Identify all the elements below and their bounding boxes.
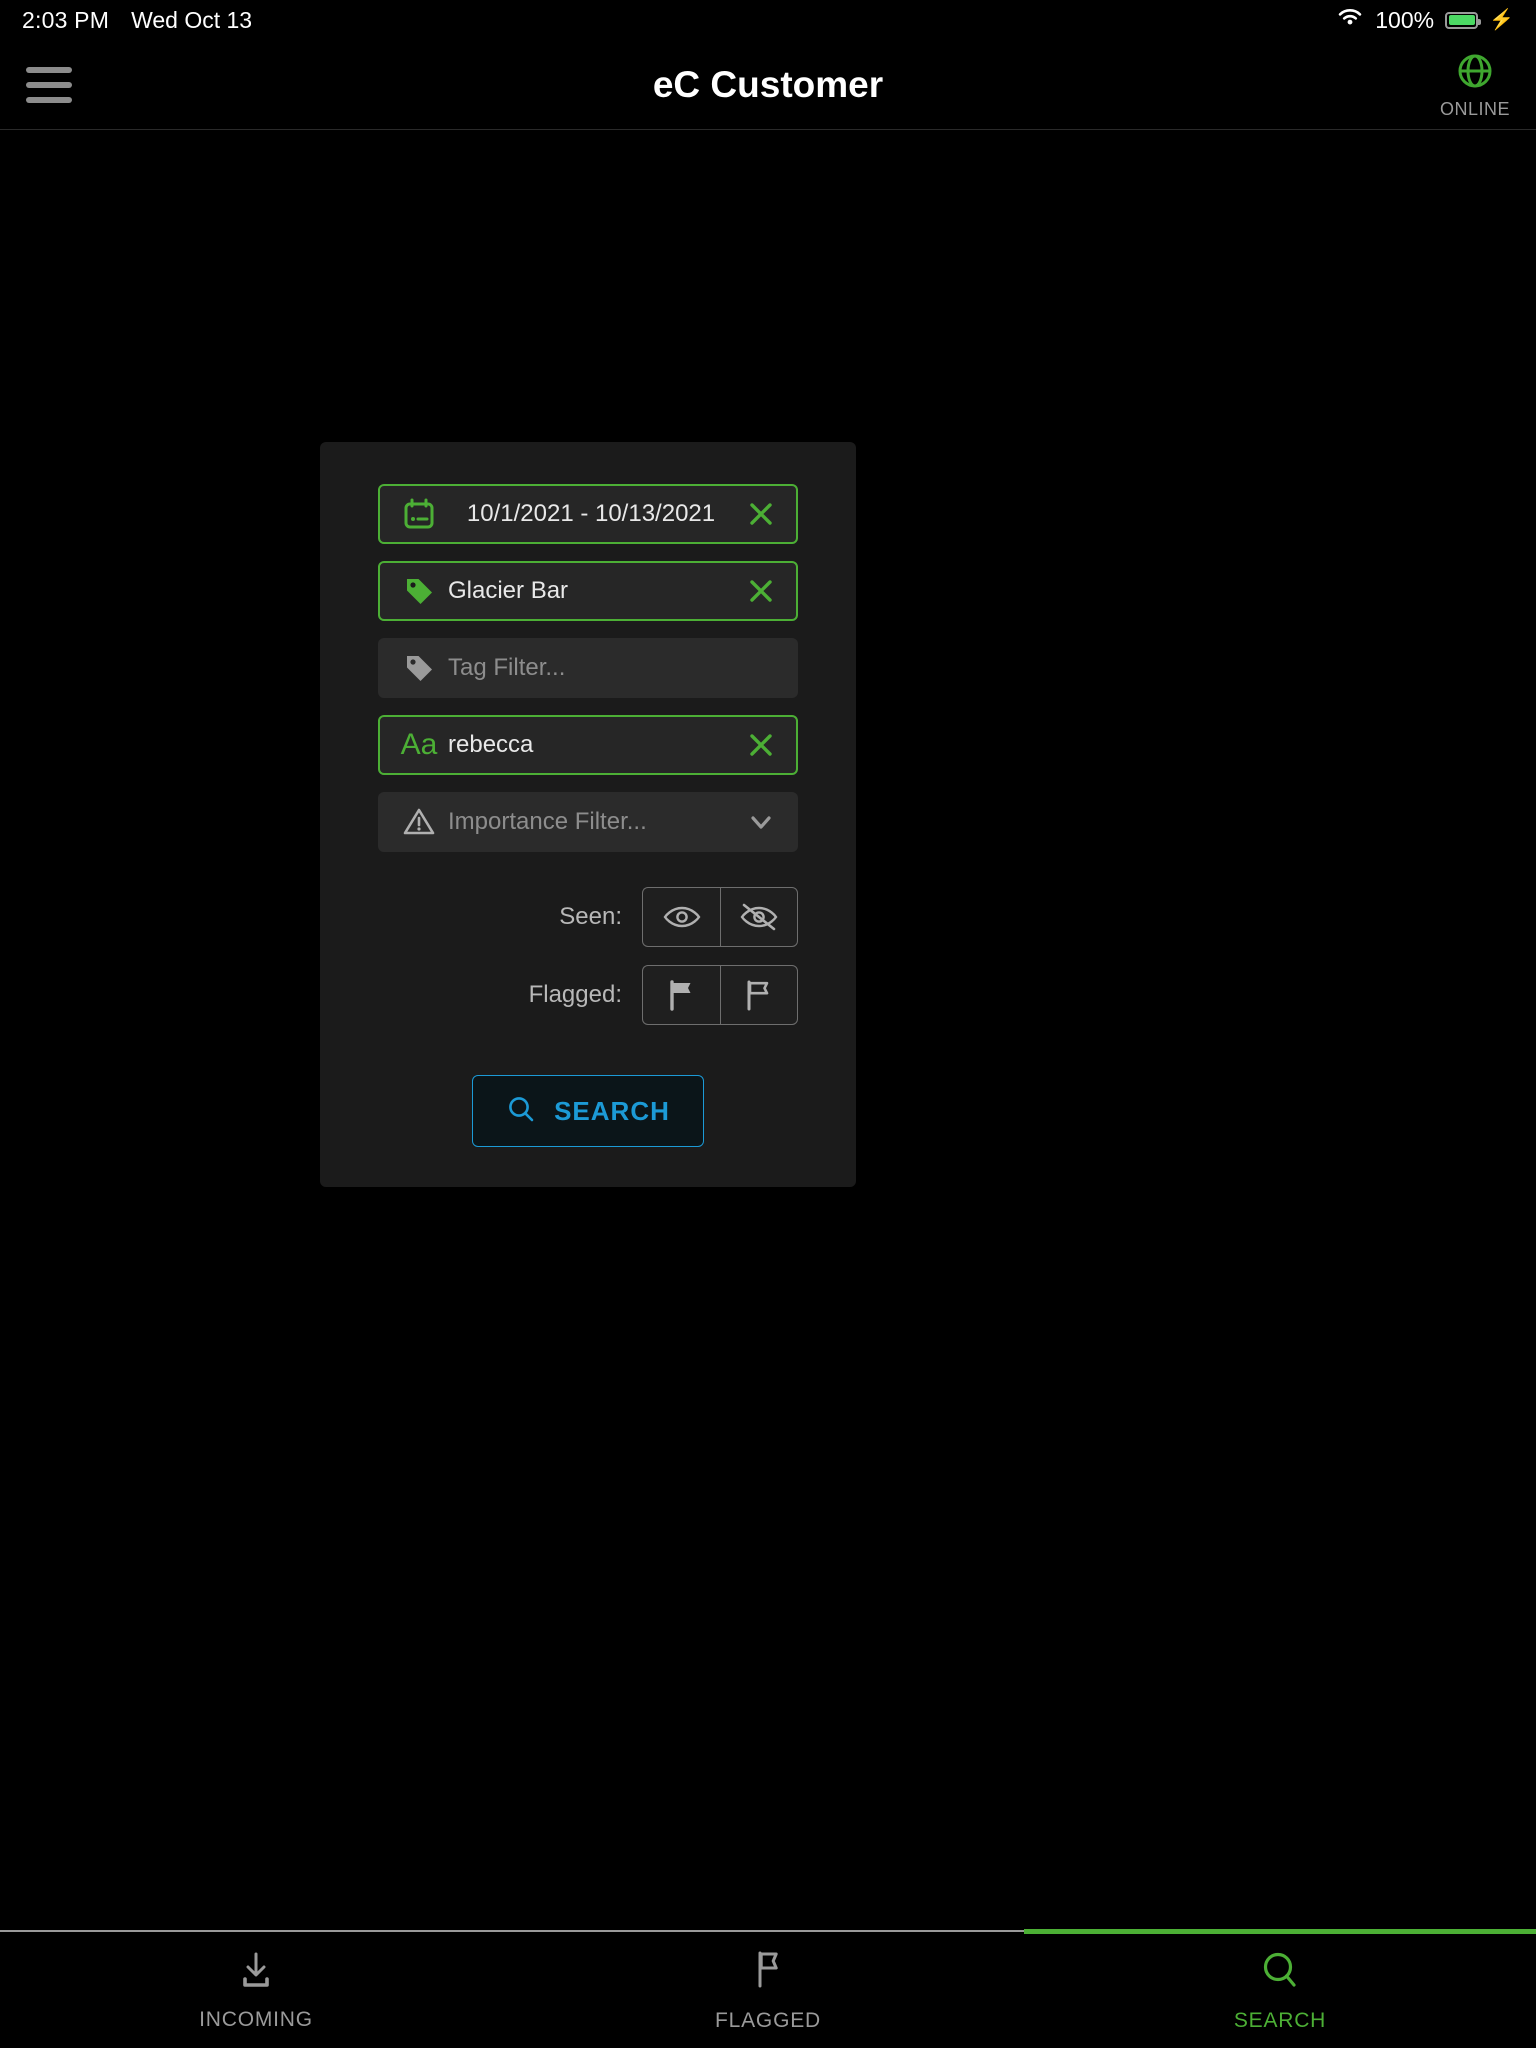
seen-filter-row: Seen: (378, 887, 798, 947)
connectivity-status[interactable]: ONLINE (1440, 50, 1510, 120)
nav-tab-flagged-label: FLAGGED (715, 2008, 821, 2032)
seen-label: Seen: (559, 903, 622, 930)
tag-icon (396, 574, 442, 608)
status-bar: 2:03 PM Wed Oct 13 100% ⚡ (0, 0, 1536, 40)
date-range-value: 10/1/2021 - 10/13/2021 (466, 500, 716, 527)
main-content: 10/1/2021 - 10/13/2021 Glacier Bar Tag F… (0, 130, 1536, 1930)
nav-tab-incoming[interactable]: INCOMING (0, 1932, 512, 2048)
app-bar: eC Customer ONLINE (0, 40, 1536, 130)
calendar-icon (396, 497, 442, 531)
text-search-filter[interactable]: Aa rebecca (378, 715, 798, 775)
text-search-value: rebecca (448, 731, 534, 758)
text-format-icon: Aa (396, 730, 442, 760)
active-tab-indicator (1023, 1929, 1536, 1934)
date-range-filter[interactable]: 10/1/2021 - 10/13/2021 (378, 484, 798, 544)
flag-outline-icon (748, 1948, 788, 1997)
importance-filter-select[interactable]: Importance Filter... (378, 792, 798, 852)
connectivity-label: ONLINE (1439, 98, 1510, 119)
flag-outline-icon[interactable] (720, 965, 798, 1025)
search-icon (1259, 1948, 1301, 1997)
search-filter-panel: 10/1/2021 - 10/13/2021 Glacier Bar Tag F… (320, 442, 856, 1187)
importance-filter-placeholder: Importance Filter... (448, 808, 647, 835)
nav-tab-search[interactable]: SEARCH (1024, 1932, 1536, 2048)
status-bar-right: 100% ⚡ (1336, 6, 1514, 34)
wifi-icon (1336, 6, 1364, 34)
chevron-down-icon[interactable] (740, 808, 782, 836)
bottom-navigation: INCOMING FLAGGED SEARCH (0, 1929, 1536, 2048)
download-inbox-icon (236, 1949, 276, 1996)
battery-full-icon (1445, 11, 1482, 29)
tag-filter-input[interactable]: Tag Filter... (378, 638, 798, 698)
eye-icon[interactable] (642, 887, 720, 947)
flagged-label: Flagged: (528, 981, 622, 1008)
selected-tag-filter[interactable]: Glacier Bar (378, 561, 798, 621)
search-button[interactable]: SEARCH (472, 1075, 704, 1147)
app-screen: 2:03 PM Wed Oct 13 100% ⚡ eC Customer ON… (0, 0, 1536, 2048)
status-time: 2:03 PM (22, 6, 110, 33)
status-date: Wed Oct 13 (131, 6, 253, 33)
search-button-label: SEARCH (554, 1095, 670, 1126)
battery-percent: 100% (1375, 6, 1435, 33)
status-bar-left: 2:03 PM Wed Oct 13 (22, 7, 252, 34)
tag-filter-placeholder: Tag Filter... (448, 654, 566, 681)
eye-off-icon[interactable] (720, 887, 798, 947)
warning-triangle-icon (396, 805, 442, 839)
flag-filled-icon[interactable] (642, 965, 720, 1025)
text-search-clear-button[interactable] (740, 730, 782, 760)
selected-tag-value: Glacier Bar (448, 577, 569, 604)
lightning-bolt-icon: ⚡ (1489, 9, 1514, 31)
nav-tab-search-label: SEARCH (1233, 2008, 1327, 2032)
flagged-filter-row: Flagged: (378, 965, 798, 1025)
globe-icon (1454, 50, 1496, 97)
search-icon (506, 1094, 536, 1129)
hamburger-menu-icon[interactable] (26, 66, 72, 103)
tag-icon (396, 651, 442, 685)
nav-tab-flagged[interactable]: FLAGGED (512, 1932, 1024, 2048)
search-button-container: SEARCH (378, 1075, 798, 1147)
page-title: eC Customer (652, 63, 884, 105)
selected-tag-clear-button[interactable] (740, 576, 782, 606)
date-range-clear-button[interactable] (740, 499, 782, 529)
text-format-label: Aa (400, 728, 438, 761)
nav-tab-incoming-label: INCOMING (199, 2007, 313, 2031)
flagged-toggle-group (642, 965, 798, 1025)
seen-toggle-group (642, 887, 798, 947)
